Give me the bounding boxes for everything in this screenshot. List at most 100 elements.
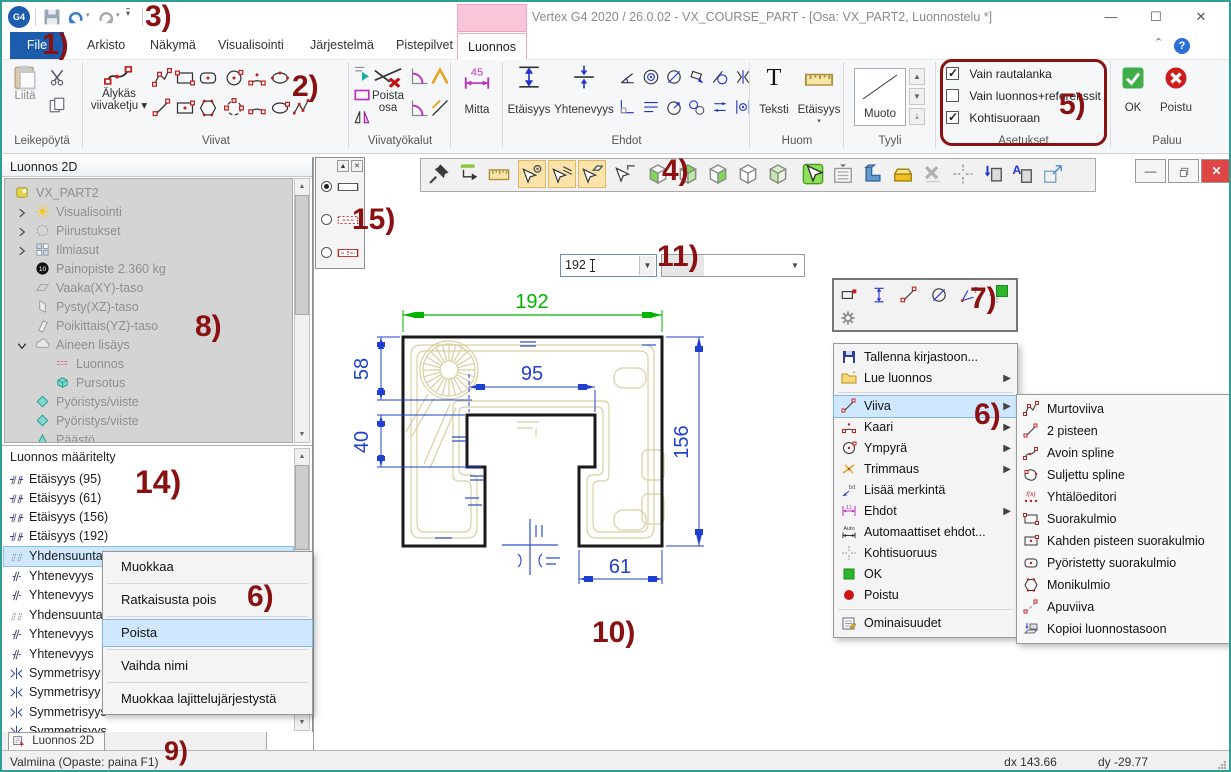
style-more-button[interactable]: ⤓ xyxy=(909,108,925,125)
line-button[interactable] xyxy=(900,286,918,304)
panel-close-icon[interactable]: ✕ xyxy=(351,160,363,172)
menu-arkisto[interactable]: Arkisto xyxy=(77,32,135,59)
submenu-avoin-spline[interactable]: Avoin spline xyxy=(1017,442,1231,464)
select-solid-button[interactable] xyxy=(799,160,827,188)
measure-ruler-button[interactable] xyxy=(485,160,513,188)
submenu-2-pisteen[interactable]: 2 pisteen xyxy=(1017,420,1231,442)
combo-dropdown-icon[interactable]: ▼ xyxy=(639,256,655,275)
shape-style-button[interactable]: Muoto xyxy=(854,68,906,126)
snap-line-button[interactable] xyxy=(548,160,576,188)
dim-192[interactable]: 192 xyxy=(403,291,662,332)
menu-item-save-library[interactable]: Tallenna kirjastoon... xyxy=(834,347,1017,368)
pan-button[interactable] xyxy=(455,160,483,188)
note-distance-button[interactable]: Etäisyys ▾ xyxy=(796,64,842,128)
ellipse-tool[interactable] xyxy=(270,68,290,88)
tree-item[interactable]: Aineen lisäys xyxy=(5,335,292,353)
tray-button[interactable] xyxy=(889,160,917,188)
text-button[interactable]: T Teksti xyxy=(754,64,794,128)
ellipse2-tool[interactable] xyxy=(270,98,290,118)
close-button[interactable]: ✕ xyxy=(1180,2,1222,32)
angle-constraint[interactable] xyxy=(618,68,636,86)
menu-item-poista[interactable]: Poista xyxy=(103,620,312,646)
radio-solid[interactable] xyxy=(321,181,332,192)
submenu-suorakulmio[interactable]: Suorakulmio xyxy=(1017,508,1231,530)
submenu-yhtaloeditori[interactable]: f(x)Yhtälöeditori xyxy=(1017,486,1231,508)
tree-item[interactable]: Ilmiasut xyxy=(5,240,292,258)
tree-item[interactable]: Pyöristys/viiste xyxy=(5,411,292,429)
radius-constraint[interactable] xyxy=(665,98,683,116)
tree-item[interactable]: Vaaka(XY)-taso xyxy=(5,278,292,296)
undo-dropdown[interactable]: ▾ xyxy=(86,11,90,19)
parallel-constraint[interactable] xyxy=(642,98,660,116)
tree-item[interactable]: VX_PART2 xyxy=(5,183,292,201)
style-up-button[interactable]: ▲ xyxy=(909,68,925,85)
menu-item-ominaisuudet[interactable]: Ominaisuudet xyxy=(834,613,1017,634)
chevron-down-icon[interactable] xyxy=(16,339,28,351)
chevron-right-icon[interactable] xyxy=(16,225,28,237)
copy-button[interactable] xyxy=(48,96,66,114)
maximize-button[interactable]: ☐ xyxy=(1135,2,1177,32)
submenu-kopioi-luonnostasoon[interactable]: Kopioi luonnostasoon xyxy=(1017,618,1231,640)
chevron-right-icon[interactable] xyxy=(16,206,28,218)
submenu-kahden-pisteen[interactable]: Kahden pisteen suorakulmio xyxy=(1017,530,1231,552)
menu-jarjestelma[interactable]: Järjestelmä xyxy=(300,32,384,59)
measure-button[interactable]: 45 Mitta xyxy=(454,66,500,126)
polygon-tool[interactable] xyxy=(198,98,218,118)
redo-button[interactable] xyxy=(96,7,116,27)
scroll-down-icon[interactable]: ▼ xyxy=(295,715,309,730)
mdi-close-button[interactable]: ✕ xyxy=(1201,159,1231,183)
delete-gray-button[interactable] xyxy=(919,160,947,188)
menu-item-muokkaa-lajittelua[interactable]: Muokkaa lajittelujärjestystä xyxy=(103,686,312,712)
ribbon-collapse-icon[interactable]: ⌃ xyxy=(1154,36,1163,49)
distance-constraint-button[interactable]: Etäisyys xyxy=(506,64,552,128)
redo-dropdown[interactable]: ▾ xyxy=(116,11,120,19)
tree-item[interactable]: Visualisointi xyxy=(5,202,292,220)
chevron-right-icon[interactable] xyxy=(16,244,28,256)
polyline-tool[interactable] xyxy=(152,68,172,88)
tree-item[interactable]: Pyöristys/viiste xyxy=(5,392,292,410)
menu-pistepilvet[interactable]: Pistepilvet xyxy=(386,32,463,59)
scroll-thumb[interactable] xyxy=(295,465,309,550)
chamfer2-tool[interactable] xyxy=(430,98,450,118)
constraint-item[interactable]: Etäisyys (156) xyxy=(4,508,293,527)
scroll-up-icon[interactable]: ▲ xyxy=(295,449,309,464)
view-cube-left-button[interactable] xyxy=(704,160,732,188)
smart-chain-button[interactable]: Älykäs viivaketju ▾ xyxy=(88,62,150,140)
view-cube-plain-button[interactable] xyxy=(734,160,762,188)
corner-constraint[interactable] xyxy=(618,98,636,116)
scroll-down-icon[interactable]: ▼ xyxy=(295,427,309,442)
qat-customize-icon[interactable]: ▾ xyxy=(126,8,130,18)
scroll-up-icon[interactable]: ▲ xyxy=(295,179,309,194)
view-cube-iso-button[interactable] xyxy=(764,160,792,188)
equal-distance-constraint[interactable] xyxy=(711,98,729,116)
tab-luonnos[interactable]: Luonnos xyxy=(457,33,527,60)
diameter-button[interactable] xyxy=(930,286,948,304)
tree-item[interactable]: Luonnos xyxy=(5,354,292,372)
rect-point-button[interactable] xyxy=(840,286,858,304)
snap-plane-button[interactable] xyxy=(578,160,606,188)
diameter-constraint[interactable] xyxy=(665,68,683,86)
fillet2-tool[interactable] xyxy=(410,98,430,118)
concentric-constraint[interactable] xyxy=(642,68,660,86)
mdi-minimize-button[interactable]: — xyxy=(1135,159,1166,183)
pin-button[interactable] xyxy=(425,160,453,188)
menu-nakyma[interactable]: Näkymä xyxy=(140,32,206,59)
paste-button[interactable]: Liitä xyxy=(6,64,44,130)
radio-dotted[interactable] xyxy=(321,214,332,225)
app-logo-icon[interactable]: G4 xyxy=(8,6,30,28)
style-down-button[interactable]: ▼ xyxy=(909,88,925,105)
menu-item-ok[interactable]: OK xyxy=(834,564,1017,585)
save-button[interactable] xyxy=(42,7,62,27)
radio-dashed[interactable] xyxy=(321,247,332,258)
menu-item-kohtisuoruus[interactable]: Kohtisuo​ruus xyxy=(834,543,1017,564)
ok-button[interactable]: OK xyxy=(1114,66,1152,126)
snap-corner-button[interactable] xyxy=(611,160,639,188)
dimension-value-combo[interactable]: 192 ▼ xyxy=(560,254,657,277)
panel-collapse-icon[interactable]: ▲ xyxy=(337,160,349,172)
tree-item[interactable]: Päästö xyxy=(5,430,292,443)
resize-grip[interactable] xyxy=(1218,761,1226,769)
menu-visualisointi[interactable]: Visualisointi xyxy=(208,32,294,59)
menu-item-trimmaus[interactable]: Trimmaus▶ xyxy=(834,459,1017,480)
tree-item[interactable]: Piirustukset xyxy=(5,221,292,239)
fillet-tool[interactable] xyxy=(410,66,430,86)
